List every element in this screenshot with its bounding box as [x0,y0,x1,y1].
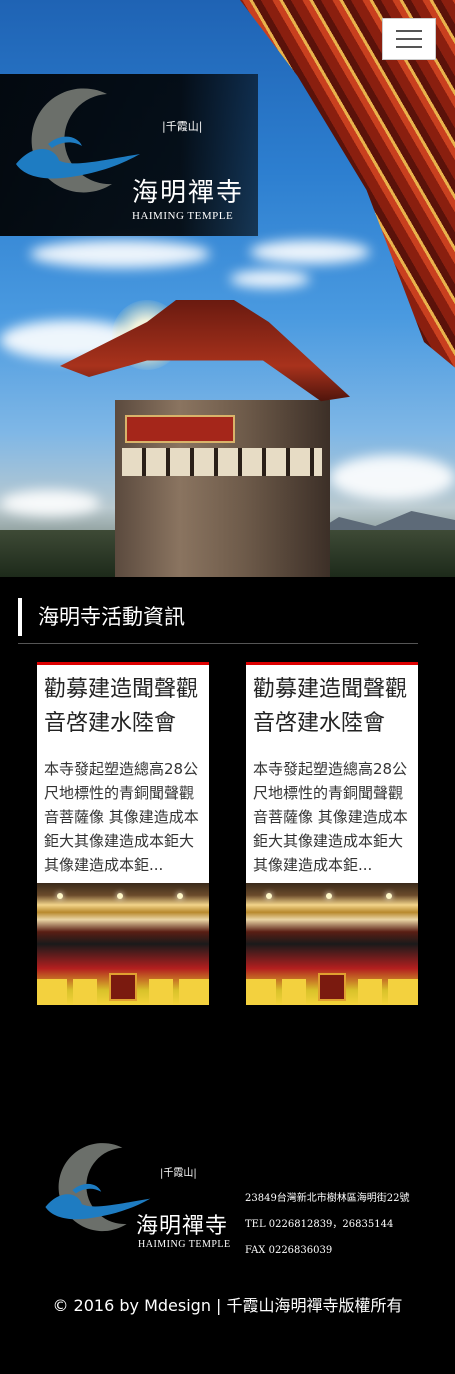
copyright: © 2016 by Mdesign | 千霞山海明禪寺版權所有 [52,1296,403,1315]
table [246,979,276,1005]
footer-fax: FAX 0226836039 [245,1245,333,1256]
event-card-title[interactable]: 勸募建造聞聲觀音啓建水陸會 [37,665,209,749]
event-card-photo[interactable] [37,883,209,1005]
table [149,979,173,1005]
lamp [386,893,392,899]
footer-logo: |千霞山| 海明禪寺 HAIMING TEMPLE [42,1138,242,1256]
logo-tag: |千霞山| [162,120,203,133]
cloud [230,270,310,288]
table [179,979,209,1005]
cloud [250,240,370,264]
lamp [57,893,63,899]
altar [109,973,137,1001]
altar [318,973,346,1001]
wave-crescent-logo-icon [16,88,140,193]
logo-english: HAIMING TEMPLE [138,1239,231,1250]
lamp [326,893,332,899]
pavilion-sign [125,415,235,443]
logo-tag: |千霞山| [160,1168,197,1179]
footer-contact: 23849台灣新北市樹林區海明街22號 TEL 0226812839，26835… [245,1186,410,1264]
logo-name: 海明禪寺 [136,1214,229,1239]
footer-tel: TEL 0226812839，26835144 [245,1219,394,1230]
logo-name: 海明禪寺 [132,178,245,208]
table [73,979,97,1005]
hamburger-menu-icon [396,38,422,40]
pavilion-roof [60,300,350,402]
cloud [330,455,455,500]
hamburger-menu-icon [396,46,422,48]
event-card-desc: 本寺發起塑造總高28公尺地標性的青銅聞聲觀音菩薩像 其像建造成本鉅大其像建造成本… [253,760,408,874]
pavilion-windows [122,448,322,476]
lamp [266,893,272,899]
header-logo[interactable]: |千霞山| 海明禪寺 HAIMING TEMPLE [12,84,252,229]
hamburger-menu-icon [396,30,422,32]
lamp [117,893,123,899]
table [282,979,306,1005]
event-card-photo[interactable] [246,883,418,1005]
event-card-title[interactable]: 勸募建造聞聲觀音啓建水陸會 [246,665,418,749]
footer-address: 23849台灣新北市樹林區海明街22號 [245,1193,410,1204]
cloud [0,490,100,516]
table [388,979,418,1005]
section-divider [18,643,418,644]
event-card[interactable]: 勸募建造聞聲觀音啓建水陸會 本寺發起塑造總高28公尺地標性的青銅聞聲觀音菩薩像 … [246,662,418,1005]
logo-english: HAIMING TEMPLE [132,210,234,222]
table [358,979,382,1005]
event-card-desc: 本寺發起塑造總高28公尺地標性的青銅聞聲觀音菩薩像 其像建造成本鉅大其像建造成本… [44,760,199,874]
hamburger-menu-button[interactable] [382,18,436,60]
section-title: 海明寺活動資訊 [18,598,185,636]
cloud [30,240,210,268]
lamp [177,893,183,899]
event-card[interactable]: 勸募建造聞聲觀音啓建水陸會 本寺發起塑造總高28公尺地標性的青銅聞聲觀音菩薩像 … [37,662,209,1005]
table [37,979,67,1005]
